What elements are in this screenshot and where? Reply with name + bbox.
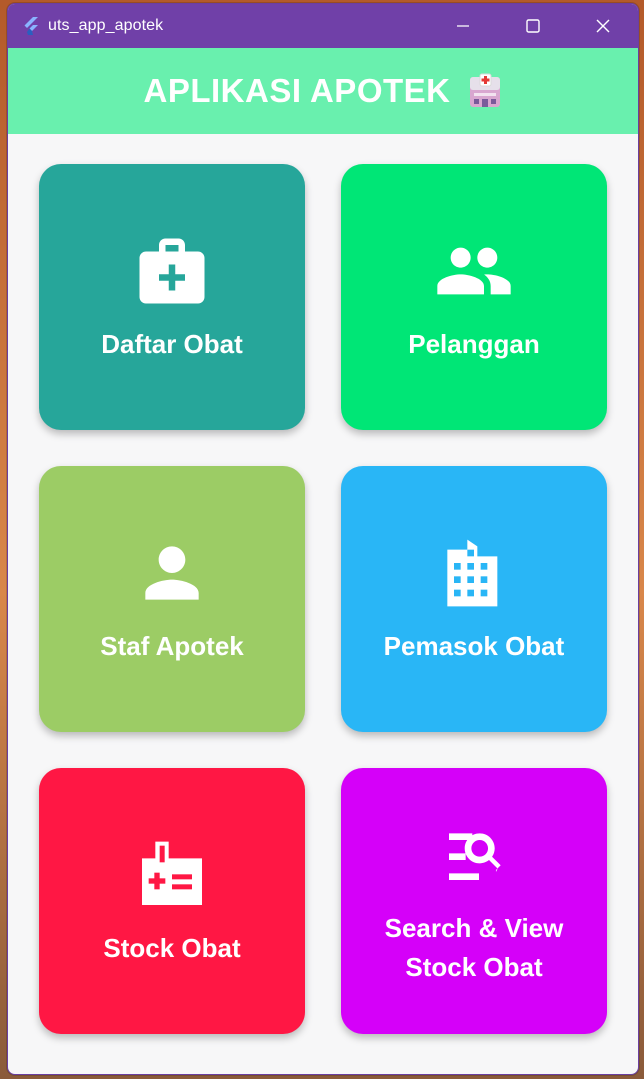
minimize-icon	[457, 25, 469, 27]
close-button[interactable]	[568, 4, 638, 48]
people-icon	[434, 231, 514, 311]
app-bar: APLIKASI APOTEK	[8, 48, 638, 134]
menu-card-label: Pemasok Obat	[383, 630, 565, 661]
menu-card-label: Pelanggan	[408, 328, 540, 359]
menu-grid: Daftar Obat Pelanggan Staf Apotek Pemaso…	[8, 134, 638, 1074]
menu-card-stock-obat[interactable]: Stock Obat	[39, 768, 305, 1034]
title-bar: uts_app_apotek	[8, 4, 638, 48]
medical-kit-icon	[132, 231, 212, 311]
maximize-icon	[526, 19, 540, 33]
menu-card-label: Staf Apotek	[100, 630, 244, 661]
menu-card-label: Daftar Obat	[101, 328, 243, 359]
window-title: uts_app_apotek	[48, 17, 164, 34]
medical-stock-icon	[132, 835, 212, 915]
maximize-button[interactable]	[498, 4, 568, 48]
menu-card-search-view-stock-obat[interactable]: Search & View Stock Obat	[341, 768, 607, 1034]
flutter-logo-icon	[24, 17, 38, 35]
menu-card-label: Stock Obat	[103, 932, 241, 963]
app-window: uts_app_apotek APLIKASI APOTEK Daftar Ob…	[7, 3, 639, 1075]
window-controls	[428, 4, 638, 48]
hospital-icon	[470, 73, 501, 107]
search-list-icon	[434, 815, 514, 895]
building-icon	[434, 533, 514, 613]
menu-card-staf-apotek[interactable]: Staf Apotek	[39, 466, 305, 732]
page-title: APLIKASI APOTEK	[143, 72, 451, 109]
close-icon	[596, 19, 610, 33]
minimize-button[interactable]	[428, 4, 498, 48]
menu-card-label: Search & View Stock Obat	[384, 913, 564, 982]
menu-card-daftar-obat[interactable]: Daftar Obat	[39, 164, 305, 430]
person-icon	[132, 533, 212, 613]
menu-card-pelanggan[interactable]: Pelanggan	[341, 164, 607, 430]
menu-card-pemasok-obat[interactable]: Pemasok Obat	[341, 466, 607, 732]
